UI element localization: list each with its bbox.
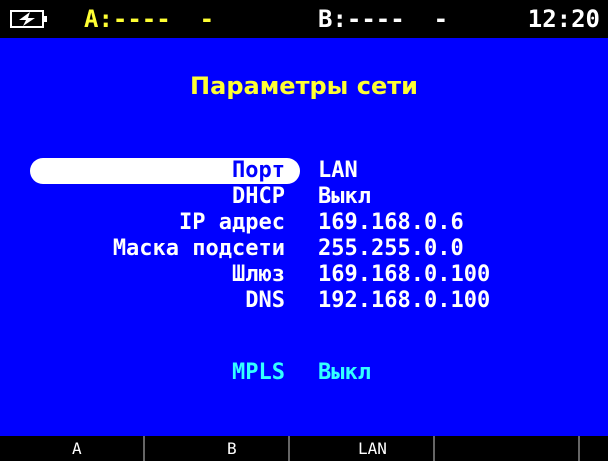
field-value: 169.168.0.6 — [318, 210, 464, 235]
function-key-4[interactable] — [435, 436, 580, 461]
function-key-bar: A B LAN — [0, 436, 608, 461]
function-key-label: A — [72, 439, 82, 458]
field-label: DHCP — [232, 184, 285, 209]
field-value: 169.168.0.100 — [318, 262, 491, 287]
field-subnet-mask[interactable]: Маска подсети 255.255.0.0 — [0, 236, 608, 262]
function-key-label: LAN — [358, 439, 387, 458]
field-label: Маска подсети — [112, 236, 285, 261]
field-label: DNS — [245, 288, 285, 313]
clock: 12:20 — [527, 5, 600, 33]
channel-a-status: A:---- - — [84, 5, 215, 33]
field-value: Выкл — [318, 360, 371, 385]
function-key-3[interactable]: LAN — [290, 436, 435, 461]
field-ip-address[interactable]: IP адрес 169.168.0.6 — [0, 210, 608, 236]
field-dhcp[interactable]: DHCP Выкл — [0, 184, 608, 210]
function-key-2[interactable]: B — [145, 436, 290, 461]
page-title: Параметры сети — [190, 72, 418, 100]
field-label: Шлюз — [232, 262, 285, 287]
field-label: MPLS — [232, 360, 285, 385]
field-dns[interactable]: DNS 192.168.0.100 — [0, 288, 608, 314]
field-value: Выкл — [318, 184, 371, 209]
function-key-5[interactable] — [580, 436, 608, 461]
function-key-1[interactable]: A — [0, 436, 145, 461]
status-bar: A:---- - B:---- - 12:20 — [0, 0, 608, 38]
field-value: 255.255.0.0 — [318, 236, 464, 261]
battery-charging-icon — [10, 10, 47, 28]
field-gateway[interactable]: Шлюз 169.168.0.100 — [0, 262, 608, 288]
field-value: LAN — [318, 158, 358, 183]
function-key-label: B — [227, 439, 237, 458]
field-value: 192.168.0.100 — [318, 288, 491, 313]
field-label: Порт — [232, 158, 285, 183]
field-mpls[interactable]: MPLS Выкл — [0, 360, 608, 386]
field-port[interactable]: Порт LAN — [0, 158, 608, 184]
field-label: IP адрес — [179, 210, 285, 235]
channel-b-status: B:---- - — [318, 5, 449, 33]
